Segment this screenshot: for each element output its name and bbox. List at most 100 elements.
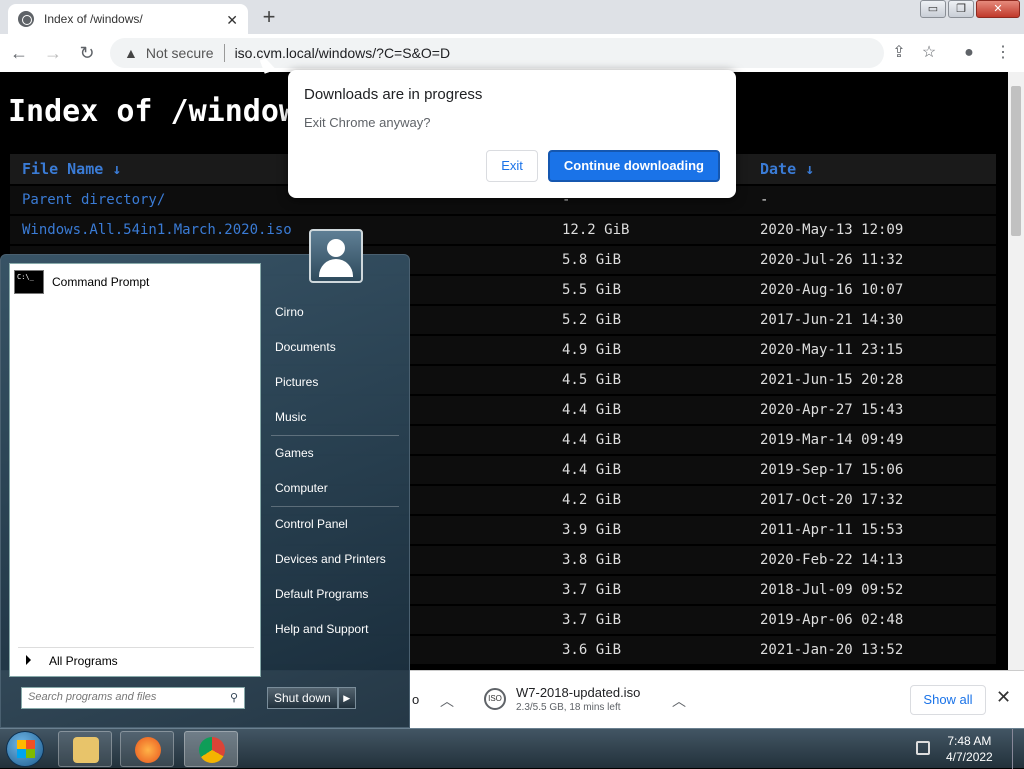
minimize-button[interactable]: ▭: [920, 0, 946, 18]
chrome-taskbar-button[interactable]: [184, 731, 238, 767]
tab-index-windows[interactable]: Index of /windows/ ✕: [8, 4, 248, 34]
address-bar[interactable]: ▲ Not secure iso.cvm.local/windows/?C=S&…: [110, 38, 884, 68]
scrollbar-thumb[interactable]: [1011, 86, 1021, 236]
close-tab-icon[interactable]: ✕: [226, 12, 238, 29]
start-item-cirno[interactable]: Cirno: [265, 295, 405, 330]
file-date-cell: 2019-Sep-17 15:06: [748, 456, 996, 484]
profile-avatar-icon[interactable]: ●: [954, 38, 984, 68]
start-item-devices-and-printers[interactable]: Devices and Printers: [265, 542, 405, 577]
close-window-button[interactable]: ✕: [976, 0, 1020, 18]
file-size-cell: 3.8 GiB: [550, 546, 748, 574]
taskbar: 7:48 AM 4/7/2022: [0, 728, 1024, 769]
file-size-cell: 12.2 GiB: [550, 216, 748, 244]
window-controls: ▭ ❐ ✕: [920, 0, 1020, 18]
browser-toolbar: ← → ↻ ▲ Not secure iso.cvm.local/windows…: [0, 34, 1024, 72]
program-command-prompt[interactable]: C:\_ Command Prompt: [10, 264, 260, 300]
back-icon[interactable]: ←: [4, 38, 34, 68]
file-size-cell: 3.7 GiB: [550, 606, 748, 634]
file-date-cell: 2020-May-13 12:09: [748, 216, 996, 244]
show-desktop-button[interactable]: [1012, 729, 1024, 769]
file-date-cell: 2018-Jul-09 09:52: [748, 576, 996, 604]
start-item-games[interactable]: Games: [265, 436, 405, 471]
download-filename-partial: o: [412, 691, 420, 707]
clock-date: 4/7/2022: [946, 750, 993, 764]
page-scrollbar[interactable]: [1008, 72, 1024, 670]
new-tab-button[interactable]: +: [256, 6, 282, 30]
file-size-cell: 5.5 GiB: [550, 276, 748, 304]
file-size-cell: 4.9 GiB: [550, 336, 748, 364]
chrome-icon: [199, 737, 225, 763]
command-prompt-icon: C:\_: [14, 270, 44, 294]
file-size-cell: 3.9 GiB: [550, 516, 748, 544]
folder-icon: [73, 737, 99, 763]
shutdown-group: Shut down ▶: [267, 687, 356, 709]
start-programs-pane: C:\_ Command Prompt All Programs: [9, 263, 261, 677]
file-size-cell: 3.6 GiB: [550, 636, 748, 664]
file-date-cell: -: [748, 186, 996, 214]
all-programs-item[interactable]: All Programs: [18, 647, 254, 668]
search-placeholder: Search programs and files: [28, 691, 157, 703]
page-title: Index of /windows: [8, 94, 316, 129]
start-item-music[interactable]: Music: [265, 400, 405, 435]
file-date-cell: 2011-Apr-11 15:53: [748, 516, 996, 544]
user-head-shape: [327, 239, 345, 257]
search-icon[interactable]: ⚲: [230, 691, 238, 704]
system-clock[interactable]: 7:48 AM 4/7/2022: [946, 733, 993, 765]
file-size-cell: 4.5 GiB: [550, 366, 748, 394]
file-date-cell: 2020-Apr-27 15:43: [748, 396, 996, 424]
exit-button[interactable]: Exit: [486, 150, 538, 182]
warning-icon[interactable]: ▲: [124, 45, 138, 61]
close-shelf-icon[interactable]: ✕: [996, 687, 1011, 708]
file-size-cell: 3.7 GiB: [550, 576, 748, 604]
start-search-input[interactable]: Search programs and files ⚲: [21, 687, 245, 709]
reload-icon[interactable]: ↻: [72, 38, 102, 68]
globe-icon: [18, 11, 34, 27]
file-size-cell: 4.4 GiB: [550, 456, 748, 484]
table-row: Windows.All.54in1.March.2020.iso 12.2 GiB…: [10, 216, 996, 244]
windows-logo-icon: [17, 740, 35, 758]
start-item-control-panel[interactable]: Control Panel: [265, 507, 405, 542]
start-item-documents[interactable]: Documents: [265, 330, 405, 365]
bookmark-star-icon[interactable]: ☆: [914, 38, 944, 68]
download-item-partial[interactable]: o: [412, 679, 419, 719]
menu-kebab-icon[interactable]: ⋮: [988, 38, 1018, 68]
browser-titlebar: Index of /windows/ ✕ + ▭ ❐ ✕ ← → ↻ ▲ Not…: [0, 0, 1024, 72]
chevron-up-icon[interactable]: ︿: [440, 691, 454, 711]
firefox-taskbar-button[interactable]: [120, 731, 174, 767]
iso-file-icon: ISO: [484, 688, 506, 710]
explorer-taskbar-button[interactable]: [58, 731, 112, 767]
security-label[interactable]: Not secure: [146, 45, 214, 61]
file-size-cell: 4.4 GiB: [550, 426, 748, 454]
continue-downloading-button[interactable]: Continue downloading: [547, 150, 720, 182]
dialog-title: Downloads are in progress: [304, 86, 483, 103]
forward-icon[interactable]: →: [38, 38, 68, 68]
divider: [223, 44, 225, 62]
clock-time: 7:48 AM: [947, 734, 992, 748]
start-item-computer[interactable]: Computer: [265, 471, 405, 506]
file-date-cell: 2017-Oct-20 17:32: [748, 486, 996, 514]
start-item-default-programs[interactable]: Default Programs: [265, 577, 405, 612]
file-date-cell: 2021-Jun-15 20:28: [748, 366, 996, 394]
maximize-button[interactable]: ❐: [948, 0, 974, 18]
shutdown-options-arrow-icon[interactable]: ▶: [337, 687, 356, 709]
file-size-cell: 5.2 GiB: [550, 306, 748, 334]
file-name-cell[interactable]: Windows.All.54in1.March.2020.iso: [10, 216, 550, 244]
all-programs-label: All Programs: [49, 654, 118, 668]
file-date-cell: 2020-Jul-26 11:32: [748, 246, 996, 274]
start-item-help-and-support[interactable]: Help and Support: [265, 612, 405, 647]
share-icon[interactable]: ⇪: [884, 38, 914, 68]
file-size-cell: 5.8 GiB: [550, 246, 748, 274]
shutdown-button[interactable]: Shut down: [267, 687, 338, 709]
show-all-button[interactable]: Show all: [910, 685, 986, 715]
start-button[interactable]: [6, 731, 44, 767]
column-header-date[interactable]: Date ↓: [748, 154, 996, 184]
file-date-cell: 2021-Jan-20 13:52: [748, 636, 996, 664]
user-avatar[interactable]: [309, 229, 363, 283]
chevron-up-icon[interactable]: ︿: [672, 691, 686, 711]
start-item-pictures[interactable]: Pictures: [265, 365, 405, 400]
start-menu: C:\_ Command Prompt All Programs Search …: [0, 229, 410, 728]
file-date-cell: 2020-May-11 23:15: [748, 336, 996, 364]
network-icon[interactable]: [916, 741, 930, 755]
download-item[interactable]: ISO W7-2018-updated.iso 2.3/5.5 GB, 18 m…: [484, 679, 640, 719]
firefox-icon: [135, 737, 161, 763]
